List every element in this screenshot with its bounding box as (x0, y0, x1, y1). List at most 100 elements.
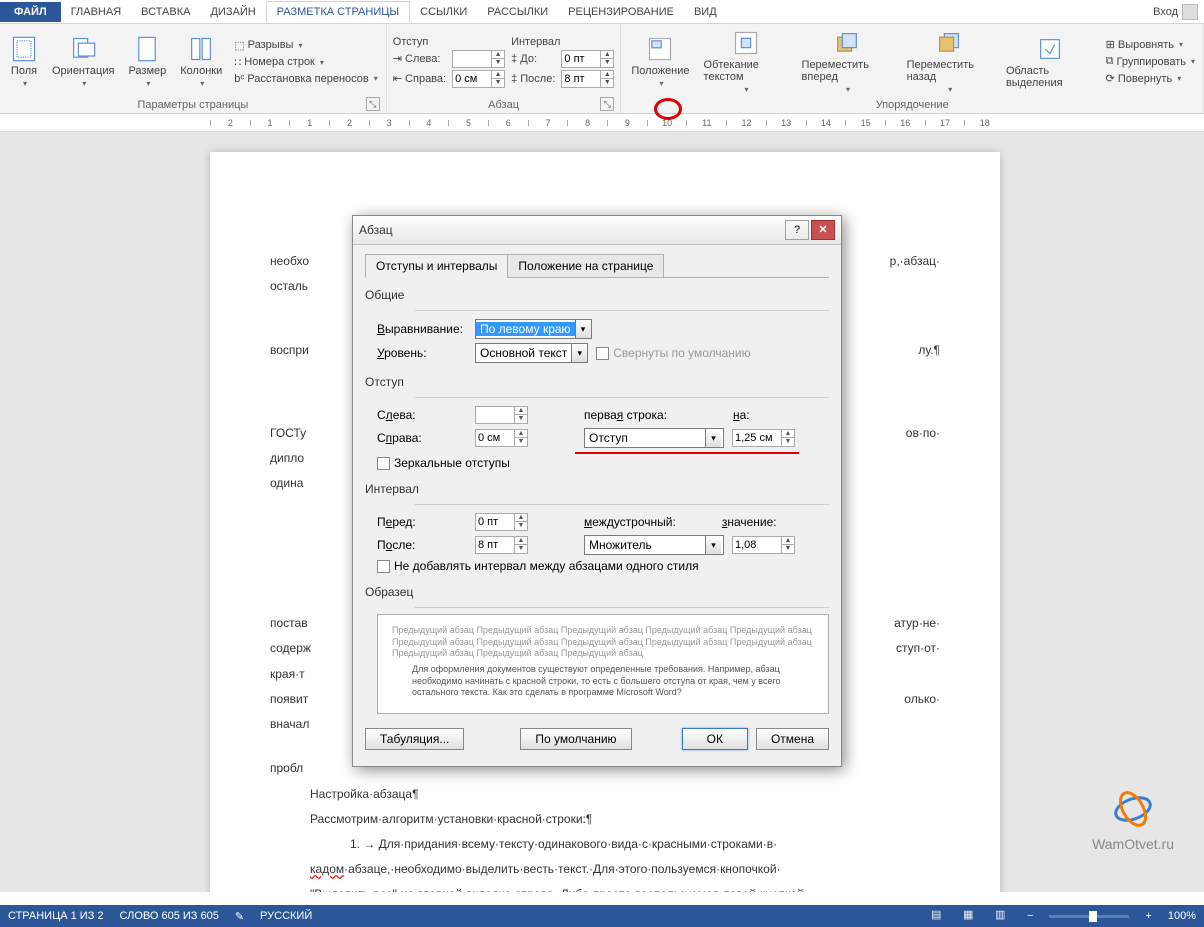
align-button[interactable]: ⊞Выровнять▾ (1104, 37, 1197, 52)
by-label: на: (733, 408, 750, 422)
spacing-before-icon: ‡ (511, 53, 517, 65)
mirror-checkbox[interactable]: Зеркальные отступы (377, 456, 510, 470)
group-icon: ⧉ (1106, 55, 1114, 68)
dialog-tab-position[interactable]: Положение на странице (507, 254, 664, 278)
status-lang[interactable]: РУССКИЙ (260, 910, 312, 922)
login-link[interactable]: Вход (1153, 6, 1178, 18)
spacing-label: Интервал (365, 482, 829, 500)
zoom-level[interactable]: 100% (1168, 910, 1196, 922)
dialog-help-button[interactable]: ? (785, 220, 809, 240)
tab-design[interactable]: ДИЗАЙН (200, 2, 265, 22)
indent-left-spinner[interactable]: ▲▼ (452, 50, 505, 68)
proofing-icon[interactable]: ✎ (235, 910, 244, 923)
selection-pane-button[interactable]: Область выделения (1002, 33, 1098, 91)
breaks-button[interactable]: ⬚Разрывы▾ (232, 38, 380, 53)
indent-left-icon: ⇥ (393, 53, 402, 65)
tab-mailings[interactable]: РАССЫЛКИ (477, 2, 558, 22)
preview-box: Предыдущий абзац Предыдущий абзац Предыд… (377, 614, 829, 714)
paragraph-group-label: Абзац⤡ (393, 97, 615, 111)
collapsed-checkbox: Свернуты по умолчанию (596, 346, 750, 360)
arrange-group-label: Упорядочение (627, 97, 1197, 111)
line-numbers-button[interactable]: ∷Номера строк▾ (232, 55, 380, 70)
indent-header: Отступ (393, 36, 505, 48)
numbers-icon: ∷ (234, 56, 241, 69)
indent-left-input[interactable]: ▲▼ (475, 406, 528, 424)
value-label: значение: (722, 515, 777, 529)
margins-button[interactable]: Поля▾ (6, 33, 42, 90)
send-backward-button[interactable]: Переместить назад▾ (903, 27, 996, 96)
ok-button[interactable]: ОК (682, 728, 748, 750)
size-button[interactable]: Размер▾ (124, 33, 170, 90)
group-button[interactable]: ⧉Группировать▾ (1104, 54, 1197, 69)
linespacing-combo[interactable]: Множитель▾ (584, 535, 724, 555)
default-button[interactable]: По умолчанию (520, 728, 631, 750)
hyphenation-button[interactable]: bᶜРасстановка переносов▾ (232, 72, 380, 86)
ribbon-tabs: ФАЙЛ ГЛАВНАЯ ВСТАВКА ДИЗАЙН РАЗМЕТКА СТР… (0, 0, 1204, 24)
breaks-icon: ⬚ (234, 39, 244, 52)
by-input[interactable]: ▲▼ (732, 429, 795, 447)
tabs-button[interactable]: Табуляция... (365, 728, 464, 750)
align-icon: ⊞ (1106, 38, 1115, 51)
zoom-slider[interactable] (1049, 915, 1129, 918)
status-bar: СТРАНИЦА 1 ИЗ 2 СЛОВО 605 ИЗ 605 ✎ РУССК… (0, 905, 1204, 927)
page-setup-group-label: Параметры страницы⤡ (6, 97, 380, 111)
cancel-button[interactable]: Отмена (756, 728, 829, 750)
indent-right-spinner[interactable]: ▲▼ (452, 70, 505, 88)
bring-forward-button[interactable]: Переместить вперед▾ (798, 27, 897, 96)
value-input[interactable]: ▲▼ (732, 536, 795, 554)
user-avatar-icon[interactable] (1182, 4, 1198, 20)
tab-view[interactable]: ВИД (684, 2, 727, 22)
page-setup-launcher[interactable]: ⤡ (366, 97, 380, 111)
ribbon: Поля▾ Ориентация▾ Размер▾ Колонки▾ ⬚Разр… (0, 24, 1204, 114)
columns-button[interactable]: Колонки▾ (176, 33, 226, 90)
status-words[interactable]: СЛОВО 605 ИЗ 605 (120, 910, 219, 922)
rotate-icon: ⟳ (1106, 72, 1115, 85)
zoom-in-button[interactable]: + (1145, 910, 1151, 922)
preview-label: Образец (365, 585, 829, 603)
web-layout-icon[interactable]: ▥ (995, 908, 1011, 924)
tab-file[interactable]: ФАЙЛ (0, 2, 61, 22)
read-mode-icon[interactable]: ▤ (931, 908, 947, 924)
paragraph-launcher[interactable]: ⤡ (600, 97, 614, 111)
indent-right-label: Справа: (377, 431, 467, 445)
orientation-button[interactable]: Ориентация▾ (48, 33, 118, 90)
level-combo[interactable]: Основной текст▾ (475, 343, 588, 363)
firstline-label: первая строка: (584, 408, 667, 422)
tab-review[interactable]: РЕЦЕНЗИРОВАНИЕ (558, 2, 684, 22)
tab-layout[interactable]: РАЗМЕТКА СТРАНИЦЫ (266, 1, 410, 22)
paragraph-dialog: Абзац ? ✕ Отступы и интервалы Положение … (352, 215, 842, 767)
indent-right-input[interactable]: ▲▼ (475, 429, 528, 447)
spacing-after-spinner[interactable]: ▲▼ (561, 70, 614, 88)
tab-home[interactable]: ГЛАВНАЯ (61, 2, 131, 22)
position-button[interactable]: Положение▾ (627, 33, 693, 90)
nospace-checkbox[interactable]: Не добавлять интервал между абзацами одн… (377, 559, 699, 573)
firstline-combo[interactable]: Отступ▾ (584, 428, 724, 448)
dialog-titlebar[interactable]: Абзац ? ✕ (353, 216, 841, 245)
after-input[interactable]: ▲▼ (475, 536, 528, 554)
tab-references[interactable]: ССЫЛКИ (410, 2, 477, 22)
rotate-button[interactable]: ⟳Повернуть▾ (1104, 71, 1197, 86)
alignment-combo[interactable]: По левому краю▾ (475, 319, 592, 339)
zoom-out-button[interactable]: − (1027, 910, 1033, 922)
hyphen-icon: bᶜ (234, 73, 244, 85)
status-page[interactable]: СТРАНИЦА 1 ИЗ 2 (8, 910, 104, 922)
tab-insert[interactable]: ВСТАВКА (131, 2, 200, 22)
level-label: Уровень: (377, 346, 467, 360)
after-label: После: (377, 538, 467, 552)
print-layout-icon[interactable]: ▦ (963, 908, 979, 924)
dialog-close-button[interactable]: ✕ (811, 220, 835, 240)
dialog-tab-indents[interactable]: Отступы и интервалы (365, 254, 508, 278)
general-label: Общие (365, 288, 829, 306)
indent-label: Отступ (365, 375, 829, 393)
spacing-before-spinner[interactable]: ▲▼ (561, 50, 614, 68)
indent-left-label: Слева: (377, 408, 467, 422)
alignment-label: Выравнивание: (377, 322, 467, 336)
wrap-text-button[interactable]: Обтекание текстом▾ (700, 27, 792, 96)
spacing-after-icon: ‡ (511, 73, 517, 85)
before-label: Перед: (377, 515, 467, 529)
indent-right-icon: ⇤ (393, 73, 402, 85)
horizontal-ruler[interactable]: 21 12 34 56 78 910 1112 1314 1516 1718 (0, 114, 1204, 132)
dialog-title: Абзац (359, 223, 783, 237)
before-input[interactable]: ▲▼ (475, 513, 528, 531)
watermark: WamOtvet.ru (1092, 785, 1174, 852)
